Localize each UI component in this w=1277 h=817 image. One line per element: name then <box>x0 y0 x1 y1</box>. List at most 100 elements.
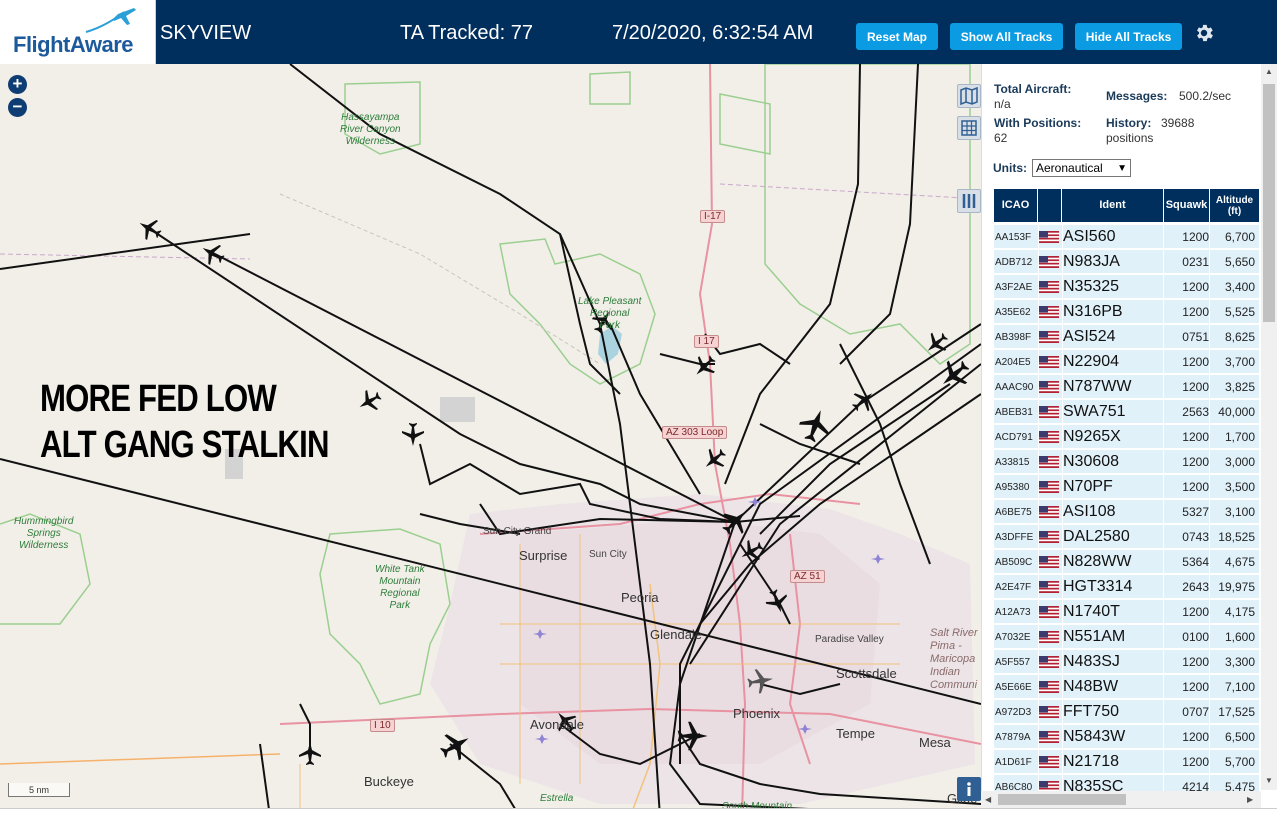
zoom-in-button[interactable]: + <box>8 75 27 94</box>
ident-cell: DAL2580 <box>1063 528 1130 545</box>
place-label-paradise-valley: Paradise Valley <box>815 634 884 645</box>
table-row[interactable]: A33815 N30608 1200 3,000 <box>994 450 1259 474</box>
icao-cell: A3F2AE <box>995 281 1033 293</box>
altitude-cell: 5,700 <box>1224 755 1255 769</box>
column-divider <box>1163 750 1164 774</box>
col-ident[interactable]: Ident <box>1062 189 1163 222</box>
hide-all-tracks-button[interactable]: Hide All Tracks <box>1075 23 1182 50</box>
table-row[interactable]: A35E62 N316PB 1200 5,525 <box>994 300 1259 324</box>
column-divider <box>1209 250 1210 274</box>
grid-toggle-button[interactable] <box>957 116 981 140</box>
col-flag[interactable] <box>1038 189 1061 222</box>
column-divider <box>1209 225 1210 249</box>
units-select[interactable]: Aeronautical ▼ <box>1032 159 1131 177</box>
column-divider <box>1209 575 1210 599</box>
scroll-up-arrow-icon[interactable]: ▲ <box>1265 67 1273 76</box>
flightaware-logo[interactable]: FlightAware <box>0 0 156 64</box>
reset-map-button[interactable]: Reset Map <box>856 23 938 50</box>
column-divider <box>1209 400 1210 424</box>
table-row[interactable]: AB509C N828WW 5364 4,675 <box>994 550 1259 574</box>
column-divider <box>1038 550 1039 574</box>
panel-vertical-scrollbar[interactable]: ▲ ▼ <box>1261 64 1277 790</box>
column-divider <box>1163 375 1164 399</box>
icao-cell: AA153F <box>995 231 1032 243</box>
ident-cell: N1740T <box>1063 603 1120 620</box>
column-divider <box>1038 525 1039 549</box>
column-divider <box>1163 625 1164 649</box>
column-divider <box>1209 275 1210 299</box>
gear-icon[interactable] <box>1193 22 1215 44</box>
table-row[interactable]: AB398F ASI524 0751 8,625 <box>994 325 1259 349</box>
altitude-cell: 3,300 <box>1224 655 1255 669</box>
scroll-left-arrow-icon[interactable]: ◀ <box>985 795 991 804</box>
column-divider <box>1163 575 1164 599</box>
total-aircraft-label: Total Aircraft: <box>994 82 1072 96</box>
horizontal-scroll-thumb[interactable] <box>998 794 1126 805</box>
table-row[interactable]: AAAC90 N787WW 1200 3,825 <box>994 375 1259 399</box>
altitude-cell: 6,500 <box>1224 730 1255 744</box>
panel-horizontal-scrollbar[interactable]: ◀ ▶ <box>981 791 1261 808</box>
altitude-cell: 1,700 <box>1224 430 1255 444</box>
column-divider <box>1209 675 1210 699</box>
table-row[interactable]: A6BE75 ASI108 5327 3,100 <box>994 500 1259 524</box>
zoom-out-button[interactable]: − <box>8 98 27 117</box>
col-altitude[interactable]: Altitude (ft) <box>1210 189 1259 222</box>
table-row[interactable]: A2E47F HGT3314 2643 19,975 <box>994 575 1259 599</box>
place-label-sun-city-grand: Sun City Grand <box>483 526 552 537</box>
ident-cell: HGT3314 <box>1063 578 1133 595</box>
us-flag-icon <box>1039 700 1061 724</box>
table-row[interactable]: ACD791 N9265X 1200 1,700 <box>994 425 1259 449</box>
column-divider <box>1062 450 1063 474</box>
table-row[interactable]: A5E66E N48BW 1200 7,100 <box>994 675 1259 699</box>
table-row[interactable]: ABEB31 SWA751 2563 40,000 <box>994 400 1259 424</box>
column-divider <box>1209 550 1210 574</box>
icao-cell: A95380 <box>995 481 1030 493</box>
table-row[interactable]: A204E5 N22904 1200 3,700 <box>994 350 1259 374</box>
icao-cell: A6BE75 <box>995 506 1032 518</box>
table-row[interactable]: A972D3 FFT750 0707 17,525 <box>994 700 1259 724</box>
altitude-cell: 7,100 <box>1224 680 1255 694</box>
column-divider <box>1038 500 1039 524</box>
scroll-right-arrow-icon[interactable]: ▶ <box>1247 795 1253 804</box>
column-divider <box>1038 350 1039 374</box>
col-icao[interactable]: ICAO <box>994 189 1037 222</box>
table-row[interactable]: A1D61F N21718 1200 5,700 <box>994 750 1259 774</box>
squawk-cell: 5327 <box>1182 505 1209 519</box>
messages-label: Messages: <box>1106 89 1168 103</box>
place-label-buckeye: Buckeye <box>364 774 414 789</box>
columns-toggle-button[interactable] <box>957 189 981 213</box>
column-divider <box>1038 275 1039 299</box>
table-row[interactable]: A5F557 N483SJ 1200 3,300 <box>994 650 1259 674</box>
table-row[interactable]: A95380 N70PF 1200 3,500 <box>994 475 1259 499</box>
altitude-cell: 6,700 <box>1224 230 1255 244</box>
column-divider <box>1062 250 1063 274</box>
altitude-cell: 17,525 <box>1218 705 1255 719</box>
ident-cell: ASI560 <box>1063 228 1116 245</box>
table-row[interactable]: A12A73 N1740T 1200 4,175 <box>994 600 1259 624</box>
column-divider <box>1038 650 1039 674</box>
table-row[interactable]: AA153F ASI560 1200 6,700 <box>994 225 1259 249</box>
place-label-sun-city: Sun City <box>589 549 627 560</box>
vertical-scroll-thumb[interactable] <box>1263 84 1275 322</box>
flight-map[interactable]: Hassayampa River Canyon Wilderness Humming… <box>0 64 981 817</box>
squawk-cell: 1200 <box>1182 380 1209 394</box>
table-row[interactable]: A7032E N551AM 0100 1,600 <box>994 625 1259 649</box>
show-all-tracks-button[interactable]: Show All Tracks <box>950 23 1063 50</box>
ident-cell: ASI524 <box>1063 328 1116 345</box>
table-row[interactable]: A3F2AE N35325 1200 3,400 <box>994 275 1259 299</box>
column-divider <box>1209 725 1210 749</box>
info-button[interactable] <box>957 777 981 801</box>
table-row[interactable]: A3DFFE DAL2580 0743 18,525 <box>994 525 1259 549</box>
map-layers-button[interactable] <box>957 84 981 108</box>
grid-icon <box>961 120 977 136</box>
column-divider <box>1038 750 1039 774</box>
ident-cell: N828WW <box>1063 553 1132 570</box>
ident-cell: N483SJ <box>1063 653 1120 670</box>
table-row[interactable]: A7879A N5843W 1200 6,500 <box>994 725 1259 749</box>
scroll-down-arrow-icon[interactable]: ▼ <box>1265 776 1273 785</box>
column-divider <box>1163 250 1164 274</box>
table-row[interactable]: ADB712 N983JA 0231 5,650 <box>994 250 1259 274</box>
squawk-cell: 1200 <box>1182 480 1209 494</box>
col-squawk[interactable]: Squawk <box>1164 189 1209 222</box>
us-flag-icon <box>1039 275 1061 299</box>
